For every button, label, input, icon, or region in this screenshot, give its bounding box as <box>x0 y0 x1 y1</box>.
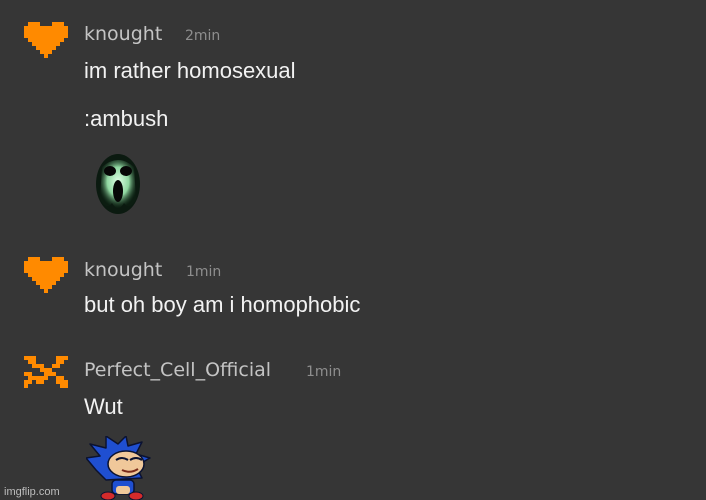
username[interactable]: Perfect_Cell_Official <box>84 359 271 381</box>
imgflip-watermark: imgflip.com <box>4 486 60 498</box>
message-text: im rather homosexual <box>84 58 296 83</box>
pixel-heart-icon[interactable] <box>24 18 68 62</box>
message-text: Wut <box>84 394 123 419</box>
username[interactable]: knought <box>84 259 162 281</box>
ambush-ghost-emoji-icon <box>96 154 140 214</box>
sonic-sticker-icon <box>86 436 151 500</box>
timestamp: 1min <box>186 264 222 280</box>
timestamp: 1min <box>306 364 342 380</box>
broken-pixel-heart-icon[interactable] <box>24 352 68 396</box>
message-text: but oh boy am i homophobic <box>84 292 361 317</box>
pixel-heart-icon[interactable] <box>24 253 68 297</box>
timestamp: 2min <box>185 28 221 44</box>
message-text: :ambush <box>84 106 169 131</box>
username[interactable]: knought <box>84 23 162 45</box>
